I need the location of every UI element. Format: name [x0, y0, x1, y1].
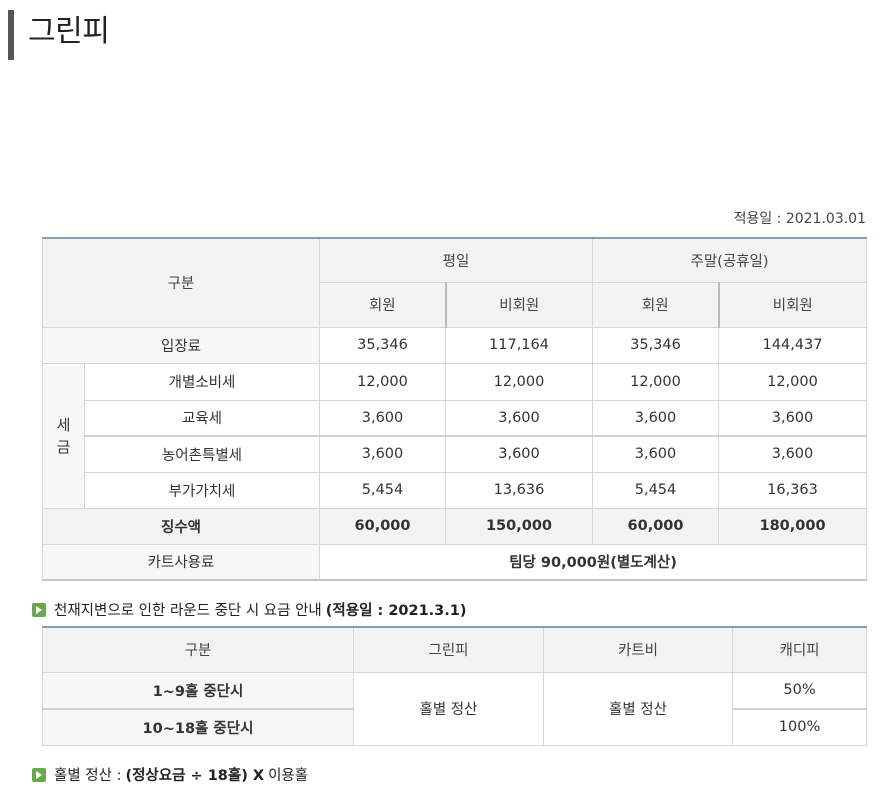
row-label: 1~9홀 중단시: [42, 671, 354, 710]
formula-bold: (정상요금 ÷ 18홀) X: [125, 768, 265, 784]
formula-note: 홀별 정산 : (정상요금 ÷ 18홀) X 이용홀: [32, 764, 308, 785]
header-weekend-member: 회원: [592, 281, 719, 328]
header-category: 구분: [42, 626, 354, 673]
table-row-tax: 부가가치세 5,454 13,636 5,454 16,363: [43, 471, 868, 509]
header-weekend-nonmember: 비회원: [717, 281, 868, 328]
fee-value: 5,454: [319, 471, 446, 509]
fee-value: 3,600: [445, 399, 593, 437]
header-green-fee: 그린피: [353, 626, 544, 673]
fee-value: 3,600: [445, 435, 593, 473]
table-row-tax: 교육세 3,600 3,600 3,600 3,600: [43, 399, 868, 437]
fee-value: 3,600: [592, 435, 719, 473]
title-accent-bar: [8, 10, 14, 60]
round-stop-fee-table: 구분 그린피 카트비 캐디피 1~9홀 중단시 홀별 정산 홀별 정산 50% …: [42, 626, 867, 746]
formula-prefix: 홀별 정산 :: [54, 768, 122, 784]
weather-section-heading: 천재지변으로 인한 라운드 중단 시 요금 안내 (적용일 : 2021.3.1…: [32, 599, 467, 620]
fee-value: 5,454: [592, 471, 719, 509]
table-row-tax: 세 금 개별소비세 12,000 12,000 12,000 12,000: [42, 362, 868, 509]
fee-value: 12,000: [319, 362, 446, 401]
header-weekday-member: 회원: [319, 281, 446, 328]
tax-group-label: 세 금: [42, 362, 85, 509]
total-value: 180,000: [717, 507, 868, 545]
fee-value: 16,363: [717, 471, 868, 509]
fee-value: 12,000: [717, 362, 868, 401]
header-category: 구분: [42, 237, 320, 328]
table-row-tax: 농어촌특별세 3,600 3,600 3,600 3,600: [43, 435, 868, 473]
caddie-fee-value: 100%: [732, 708, 867, 746]
row-label: 개별소비세: [84, 362, 320, 401]
fee-value: 35,346: [319, 326, 446, 364]
table-row-cart: 카트사용료 팀당 90,000원(별도계산): [42, 543, 868, 581]
header-cart-fee: 카트비: [543, 626, 733, 673]
fee-value: 144,437: [717, 326, 868, 364]
green-fee-merged: 홀별 정산: [353, 671, 544, 746]
row-label: 10~18홀 중단시: [42, 708, 354, 746]
row-label: 교육세: [84, 399, 320, 437]
arrow-bullet-icon: [32, 602, 46, 617]
fee-value: 12,000: [592, 362, 719, 401]
table-row: 1~9홀 중단시 홀별 정산 홀별 정산 50%: [42, 671, 867, 746]
fee-value: 3,600: [319, 435, 446, 473]
row-label: 입장료: [42, 326, 320, 364]
total-value: 150,000: [445, 507, 593, 545]
header-weekend: 주말(공휴일): [591, 237, 868, 283]
fee-value: 3,600: [592, 399, 719, 437]
fee-value: 3,600: [717, 399, 868, 437]
header-weekday-nonmember: 비회원: [444, 281, 593, 328]
total-value: 60,000: [319, 507, 446, 545]
arrow-bullet-icon: [32, 767, 46, 782]
caddie-fee-value: 50%: [732, 671, 867, 710]
green-fee-table: 구분 평일 주말(공휴일) 회원 비회원 회원 비회원 입장료 35,346 1…: [42, 237, 868, 581]
table-row-total: 징수액 60,000 150,000 60,000 180,000: [42, 507, 868, 545]
fee-value: 117,164: [445, 326, 593, 364]
fee-value: 35,346: [592, 326, 719, 364]
header-weekday: 평일: [319, 237, 593, 283]
row-label: 농어촌특별세: [84, 435, 320, 473]
fee-value: 13,636: [445, 471, 593, 509]
formula-suffix: 이용홀: [268, 768, 309, 784]
table-row-entrance: 입장료 35,346 117,164 35,346 144,437: [42, 326, 868, 364]
header-caddie-fee: 캐디피: [732, 626, 867, 673]
cart-fee-merged: 홀별 정산: [543, 671, 733, 746]
fee-value: 12,000: [445, 362, 593, 401]
page-title: 그린피: [28, 14, 110, 49]
heading-date: (적용일 : 2021.3.1): [325, 603, 467, 619]
row-label: 징수액: [42, 507, 320, 545]
fee-value: 3,600: [717, 435, 868, 473]
row-label: 부가가치세: [84, 471, 320, 509]
apply-date: 적용일 : 2021.03.01: [733, 211, 866, 227]
row-label: 카트사용료: [42, 543, 320, 581]
heading-text: 천재지변으로 인한 라운드 중단 시 요금 안내: [54, 603, 322, 619]
total-value: 60,000: [592, 507, 719, 545]
cart-fee-value: 팀당 90,000원(별도계산): [318, 543, 868, 581]
fee-value: 3,600: [319, 399, 446, 437]
